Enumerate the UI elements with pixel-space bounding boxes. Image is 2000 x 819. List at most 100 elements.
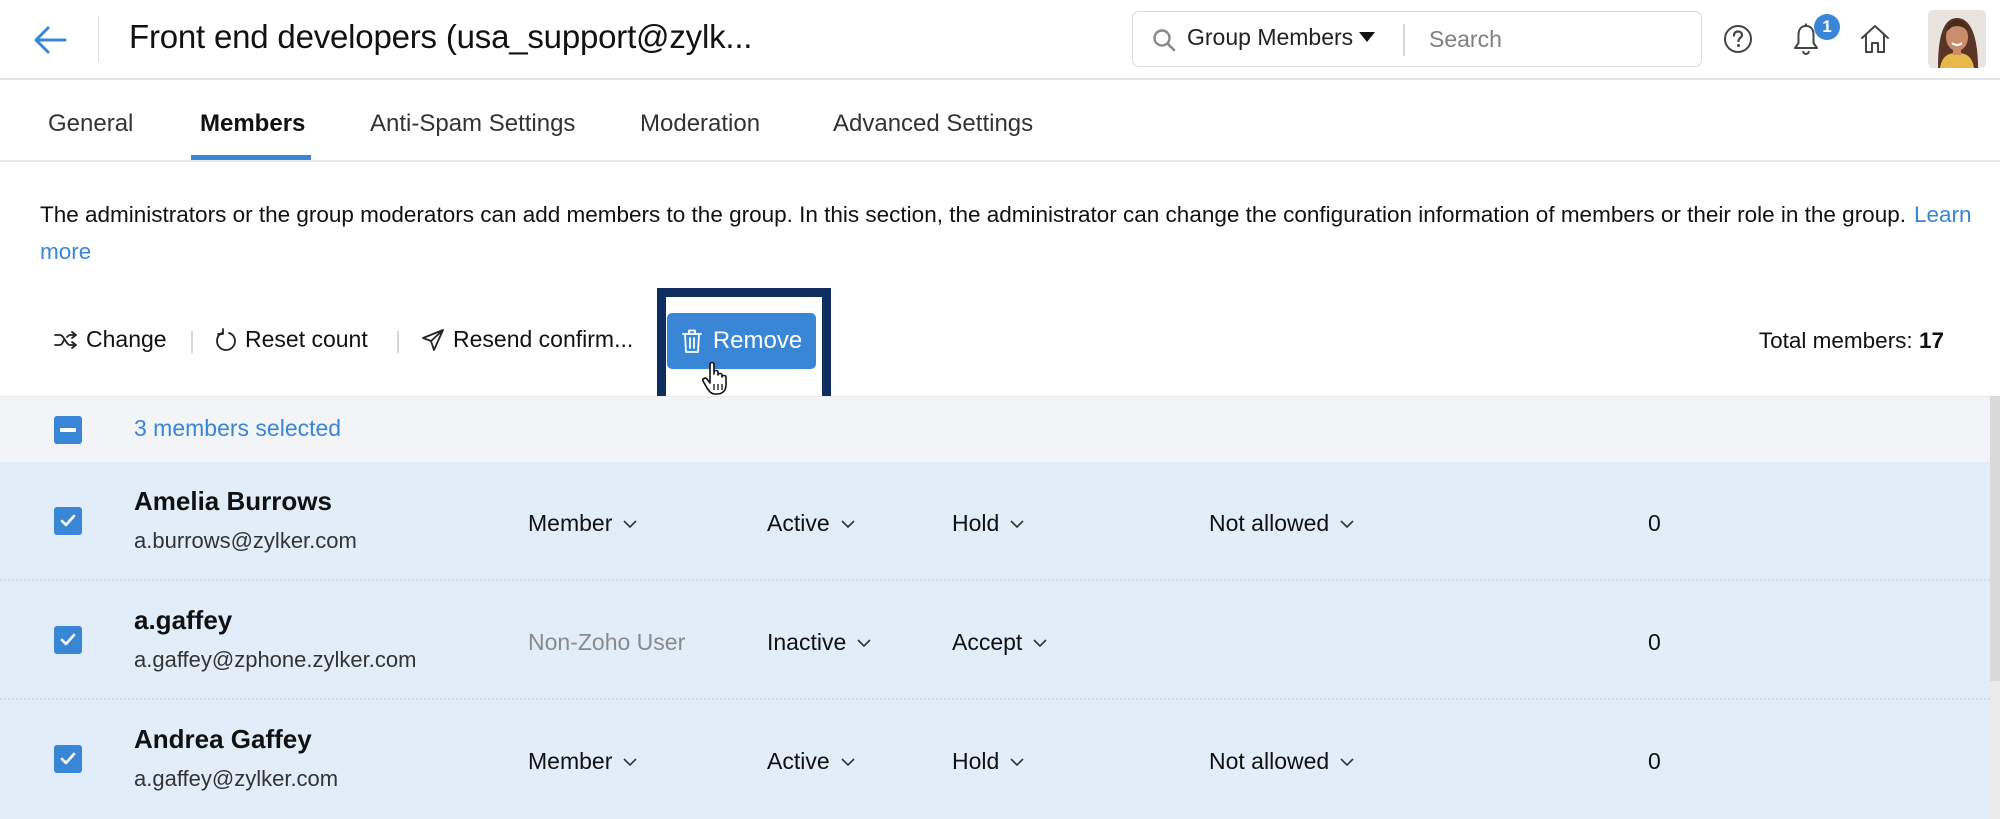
message-count: 0	[1648, 629, 1661, 655]
moderation-value: Hold	[952, 748, 1000, 774]
active-tab-indicator	[191, 155, 311, 160]
tab-bar: General Members Anti-Spam Settings Moder…	[0, 80, 2000, 162]
search-scope-dropdown[interactable]: Group Members	[1187, 24, 1376, 51]
description-text: The administrators or the group moderato…	[40, 202, 1906, 227]
row-checkbox[interactable]	[54, 626, 82, 654]
table-row[interactable]: a.gaffey a.gaffey@zphone.zylker.com Non-…	[0, 581, 1990, 700]
scrollbar-thumb[interactable]	[1990, 396, 2000, 681]
checkmark-icon	[60, 514, 76, 527]
selection-count: 3 members selected	[134, 415, 342, 441]
tab-general[interactable]: General	[48, 110, 133, 138]
member-name: Andrea Gaffey	[134, 724, 312, 754]
member-name: Amelia Burrows	[134, 486, 332, 516]
role-dropdown[interactable]: Member	[528, 748, 638, 775]
chevron-down-icon	[857, 638, 871, 647]
moderation-value: Hold	[952, 510, 1000, 536]
role-value: Member	[528, 510, 613, 536]
tab-moderation[interactable]: Moderation	[640, 110, 760, 138]
status-dropdown[interactable]: Active	[767, 510, 856, 537]
avatar-photo-icon	[1928, 10, 1986, 68]
tab-anti-spam-settings[interactable]: Anti-Spam Settings	[370, 110, 575, 138]
role-value: Member	[528, 748, 613, 774]
selection-bar: 3 members selected	[0, 396, 1990, 462]
back-arrow-icon	[34, 26, 67, 54]
search-input[interactable]	[1429, 22, 1679, 56]
chevron-down-icon	[623, 519, 637, 528]
role-label: Non-Zoho User	[528, 629, 685, 656]
checkmark-icon	[60, 633, 76, 646]
tab-advanced-settings[interactable]: Advanced Settings	[833, 110, 1033, 138]
resend-confirmation-button[interactable]: Resend confirm...	[421, 326, 633, 353]
change-label: Change	[86, 326, 167, 352]
send-icon	[422, 328, 444, 351]
minus-icon	[60, 428, 76, 432]
role-dropdown[interactable]: Member	[528, 510, 638, 537]
moderation-dropdown[interactable]: Hold	[952, 510, 1025, 537]
refresh-icon	[216, 327, 236, 351]
moderation-dropdown[interactable]: Accept	[952, 629, 1048, 656]
status-dropdown[interactable]: Active	[767, 748, 856, 775]
moderation-dropdown[interactable]: Hold	[952, 748, 1025, 775]
member-email: a.burrows@zylker.com	[134, 528, 357, 553]
total-members-label: Total members:	[1758, 328, 1913, 353]
search-icon	[1153, 29, 1176, 52]
row-checkbox[interactable]	[54, 745, 82, 773]
page-title: Front end developers (usa_support@zylk..…	[129, 18, 753, 55]
status-dropdown[interactable]: Inactive	[767, 629, 872, 656]
posting-dropdown[interactable]: Not allowed	[1209, 510, 1355, 537]
search-divider	[1403, 24, 1405, 56]
user-avatar[interactable]	[1928, 10, 1986, 68]
tab-members[interactable]: Members	[200, 110, 305, 138]
reset-count-button[interactable]: Reset count	[215, 326, 368, 353]
total-members: Total members: 17	[1759, 328, 1944, 354]
role-value: Non-Zoho User	[528, 629, 686, 655]
posting-value: Not allowed	[1209, 510, 1330, 536]
app-header: Front end developers (usa_support@zylk..…	[0, 0, 2000, 80]
reset-count-label: Reset count	[245, 326, 368, 352]
status-value: Active	[767, 510, 830, 536]
trash-icon	[681, 329, 702, 353]
checkmark-icon	[60, 752, 76, 765]
section-description: The administrators or the group moderato…	[40, 196, 1980, 270]
change-button[interactable]: Change	[54, 326, 167, 353]
remove-button[interactable]: Remove	[667, 313, 816, 369]
notification-badge: 1	[1814, 14, 1840, 40]
chevron-down-icon	[841, 757, 855, 766]
posting-value: Not allowed	[1209, 748, 1330, 774]
chevron-down-icon	[1340, 757, 1354, 766]
table-row[interactable]: Amelia Burrows a.burrows@zylker.com Memb…	[0, 462, 1990, 581]
toolbar-divider	[191, 331, 193, 353]
row-checkbox[interactable]	[54, 507, 82, 535]
shuffle-icon	[54, 330, 77, 349]
header-divider	[98, 16, 99, 62]
moderation-value: Accept	[952, 629, 1023, 655]
search-bar: Group Members	[1132, 11, 1702, 67]
search-scope-label: Group Members	[1187, 24, 1354, 50]
posting-dropdown[interactable]: Not allowed	[1209, 748, 1355, 775]
resend-label: Resend confirm...	[453, 326, 634, 352]
chevron-down-icon	[841, 519, 855, 528]
home-button[interactable]	[1857, 20, 1893, 58]
chevron-down-icon	[1033, 638, 1047, 647]
table-row[interactable]: Andrea Gaffey a.gaffey@zylker.com Member…	[0, 700, 1990, 819]
help-button[interactable]	[1720, 20, 1756, 58]
chevron-down-icon	[1010, 757, 1024, 766]
chevron-down-icon	[623, 757, 637, 766]
member-email: a.gaffey@zphone.zylker.com	[134, 647, 417, 672]
help-icon	[1724, 25, 1752, 53]
back-button[interactable]	[30, 20, 70, 60]
home-icon	[1861, 25, 1889, 53]
select-all-checkbox[interactable]	[54, 416, 82, 444]
members-table: 3 members selected Amelia Burrows a.burr…	[0, 396, 1990, 819]
member-email: a.gaffey@zylker.com	[134, 766, 339, 791]
total-members-count: 17	[1918, 328, 1944, 353]
status-value: Active	[767, 748, 830, 774]
message-count: 0	[1648, 748, 1661, 774]
chevron-down-icon	[1340, 519, 1354, 528]
status-value: Inactive	[767, 629, 847, 655]
message-count: 0	[1648, 510, 1661, 536]
hand-cursor-icon	[702, 361, 727, 395]
chevron-down-icon	[1010, 519, 1024, 528]
remove-label: Remove	[712, 327, 803, 354]
member-name: a.gaffey	[134, 605, 233, 635]
